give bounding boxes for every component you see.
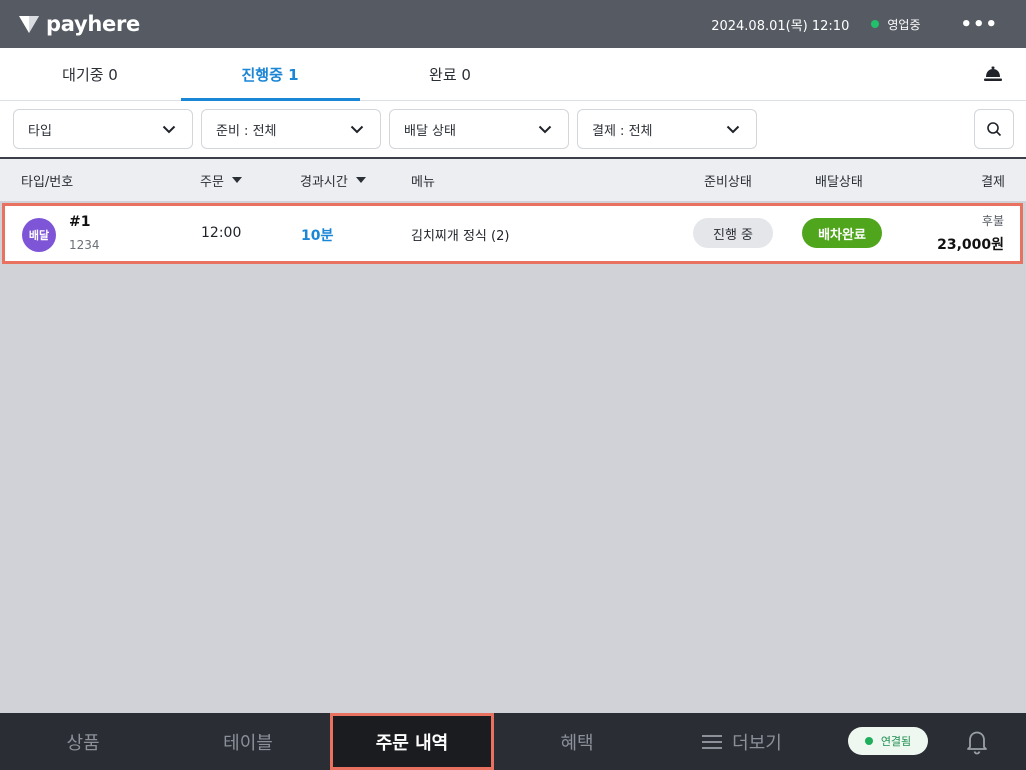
header-elapsed-sort[interactable]: 경과시간 <box>300 171 366 190</box>
header-elapsed-label: 경과시간 <box>300 174 348 190</box>
header-order-label: 주문 <box>200 174 224 190</box>
search-icon <box>987 122 1002 137</box>
order-status-tabs: 대기중 0 진행중 1 완료 0 <box>0 48 1026 101</box>
order-menu: 김치찌개 정식 (2) <box>411 229 510 244</box>
more-icon[interactable]: ••• <box>960 14 998 35</box>
store-status-label: 영업중 <box>887 17 921 32</box>
header-menu: 메뉴 <box>411 174 435 190</box>
nav-products[interactable]: 상품 <box>0 713 166 770</box>
header-delivery-status: 배달상태 <box>815 174 863 190</box>
chevron-down-icon <box>538 125 552 133</box>
connection-dot-icon <box>864 737 873 745</box>
prep-status-badge[interactable]: 진행 중 <box>693 218 773 248</box>
order-number: #1 <box>69 214 91 230</box>
order-time: 12:00 <box>201 225 242 241</box>
datetime: 2024.08.01(목) 12:10 <box>711 18 850 34</box>
header-payment: 결제 <box>981 174 1005 190</box>
notification-bell-icon[interactable] <box>962 728 992 756</box>
menu-icon <box>702 734 723 749</box>
type-filter-select[interactable]: 타입 <box>13 109 193 149</box>
delivery-filter-select[interactable]: 배달 상태 <box>389 109 569 149</box>
search-button[interactable] <box>974 109 1014 149</box>
chevron-down-icon <box>726 125 740 133</box>
brand-logo: payhere <box>18 12 140 36</box>
nav-more[interactable]: 더보기 <box>660 713 824 770</box>
nav-tables[interactable]: 테이블 <box>166 713 330 770</box>
table-row[interactable]: 배달 #1 1234 12:00 10분 김치찌개 정식 (2) 진행 중 배차… <box>2 203 1023 264</box>
payment-filter-select[interactable]: 결제 : 전체 <box>577 109 757 149</box>
chevron-down-icon <box>350 125 364 133</box>
delivery-status-badge[interactable]: 배차완료 <box>802 218 882 248</box>
bell-icon <box>984 66 1002 81</box>
top-bar: payhere 2024.08.01(목) 12:10 영업중 ••• <box>0 0 1026 48</box>
payment-filter-label: 결제 : 전체 <box>592 123 653 139</box>
nav-more-label: 더보기 <box>732 732 782 754</box>
connection-label: 연결됨 <box>880 735 912 748</box>
store-status: 영업중 <box>871 16 920 33</box>
order-type-badge: 배달 <box>22 218 56 252</box>
nav-benefits[interactable]: 혜택 <box>494 713 660 770</box>
tab-completed[interactable]: 완료 0 <box>360 48 540 100</box>
service-bell-button[interactable] <box>960 48 1026 100</box>
brand-name: payhere <box>46 12 140 36</box>
header-prep-status: 준비상태 <box>704 174 752 190</box>
logo-icon <box>19 16 39 33</box>
chevron-down-icon <box>162 125 176 133</box>
payment-method: 후불 <box>981 214 1004 228</box>
payment-amount: 23,000원 <box>937 237 1004 253</box>
type-filter-label: 타입 <box>28 123 52 139</box>
header-type-number: 타입/번호 <box>21 174 74 190</box>
table-header: 타입/번호 주문 경과시간 메뉴 준비상태 배달상태 결제 <box>0 157 1026 201</box>
connection-status-badge: 연결됨 <box>848 727 928 755</box>
order-list-area <box>0 201 1026 713</box>
prep-filter-label: 준비 : 전체 <box>216 123 277 139</box>
tab-waiting[interactable]: 대기중 0 <box>0 48 180 100</box>
sort-down-icon <box>231 177 242 183</box>
status-dot-icon <box>871 20 880 28</box>
delivery-filter-label: 배달 상태 <box>404 123 456 139</box>
order-sub-number: 1234 <box>69 238 100 252</box>
tab-in-progress[interactable]: 진행중 1 <box>180 48 360 101</box>
prep-filter-select[interactable]: 준비 : 전체 <box>201 109 381 149</box>
filter-bar: 타입 준비 : 전체 배달 상태 결제 : 전체 <box>0 101 1026 157</box>
sort-down-icon <box>355 177 366 183</box>
nav-order-history[interactable]: 주문 내역 <box>330 713 494 770</box>
bottom-navigation: 상품 테이블 주문 내역 혜택 더보기 연결됨 <box>0 713 1026 770</box>
header-order-sort[interactable]: 주문 <box>200 171 242 190</box>
elapsed-time: 10분 <box>301 228 334 244</box>
